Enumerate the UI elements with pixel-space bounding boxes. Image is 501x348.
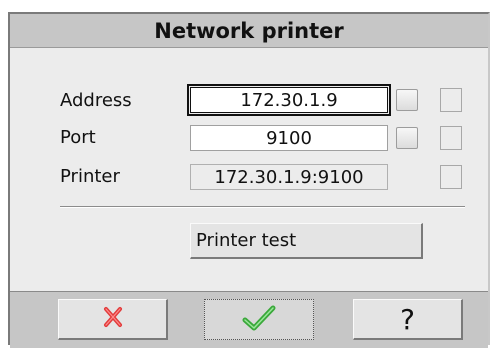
cancel-button[interactable] [58, 299, 168, 340]
dialog-title: Network printer [10, 14, 488, 48]
port-edit-button[interactable] [396, 127, 418, 149]
printer-test-button[interactable]: Printer test [190, 223, 423, 259]
address-label: Address [60, 90, 132, 111]
printer-checkbox[interactable] [440, 165, 462, 189]
address-input[interactable]: 172.30.1.9 [187, 84, 391, 116]
address-edit-button[interactable] [396, 89, 418, 111]
port-checkbox[interactable] [440, 126, 462, 150]
separator [60, 206, 465, 208]
address-checkbox[interactable] [440, 88, 462, 112]
help-question-icon: ? [400, 302, 415, 336]
network-printer-dialog: Network printer Address 172.30.1.9 Port … [8, 12, 490, 348]
ok-button[interactable] [204, 299, 314, 340]
help-button[interactable]: ? [353, 299, 463, 340]
printer-value: 172.30.1.9:9100 [190, 164, 388, 190]
printer-label: Printer [60, 166, 120, 187]
port-label: Port [60, 127, 96, 148]
dialog-footer: ? [10, 291, 488, 348]
green-checkmark-icon [241, 304, 277, 336]
port-input[interactable]: 9100 [190, 125, 388, 151]
red-x-icon [103, 306, 123, 332]
